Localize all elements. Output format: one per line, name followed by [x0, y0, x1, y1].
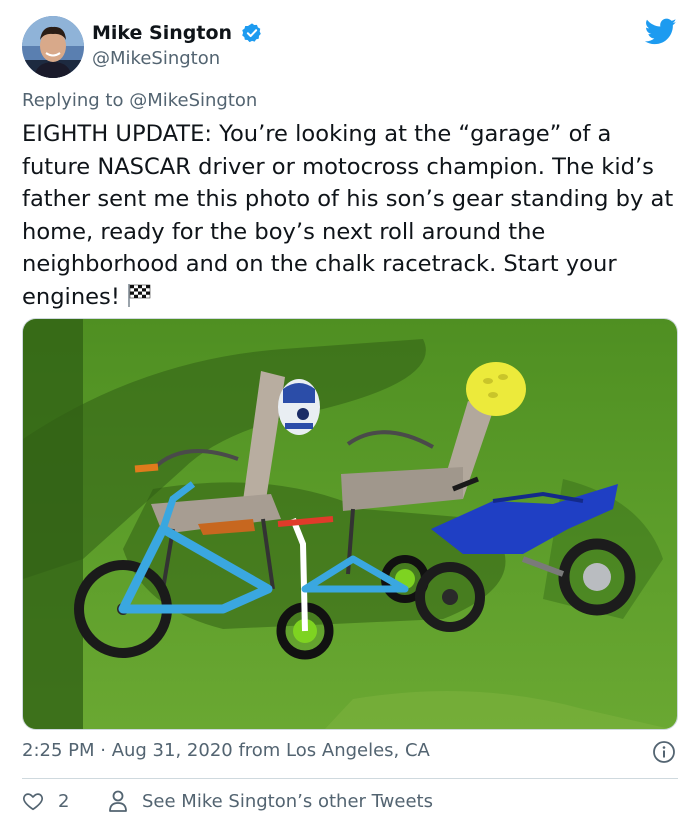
info-icon[interactable] — [652, 740, 676, 764]
reply-context[interactable]: Replying to @MikeSington — [22, 90, 257, 111]
checkered-flag-icon — [127, 283, 151, 307]
heart-icon — [23, 793, 43, 811]
verified-badge-icon — [242, 23, 261, 43]
like-button[interactable]: 2 — [22, 790, 69, 812]
tweet-timestamp[interactable]: 2:25 PM · Aug 31, 2020 from Los Angeles,… — [22, 740, 430, 761]
person-icon — [109, 790, 127, 812]
twitter-bird-icon[interactable] — [645, 18, 677, 46]
divider — [22, 778, 678, 779]
tweet-text-container: EIGHTH UPDATE: You’re looking at the “ga… — [22, 118, 682, 313]
tweet-header: Mike Sington @MikeSington — [22, 14, 682, 80]
other-tweets-label: See Mike Sington’s other Tweets — [142, 790, 433, 812]
display-name[interactable]: Mike Sington — [92, 22, 232, 44]
avatar[interactable] — [22, 16, 84, 78]
tweet-text: EIGHTH UPDATE: You’re looking at the “ga… — [22, 121, 674, 310]
tweet-card: Mike Sington @MikeSington Replying to @M… — [0, 0, 700, 832]
author-block: Mike Sington @MikeSington — [92, 22, 263, 69]
bikes-and-chairs-photo — [23, 319, 677, 729]
author-handle[interactable]: @MikeSington — [92, 48, 263, 69]
like-count: 2 — [58, 790, 70, 812]
tweet-photo[interactable] — [22, 318, 678, 730]
other-tweets-link[interactable]: See Mike Sington’s other Tweets — [108, 790, 433, 812]
